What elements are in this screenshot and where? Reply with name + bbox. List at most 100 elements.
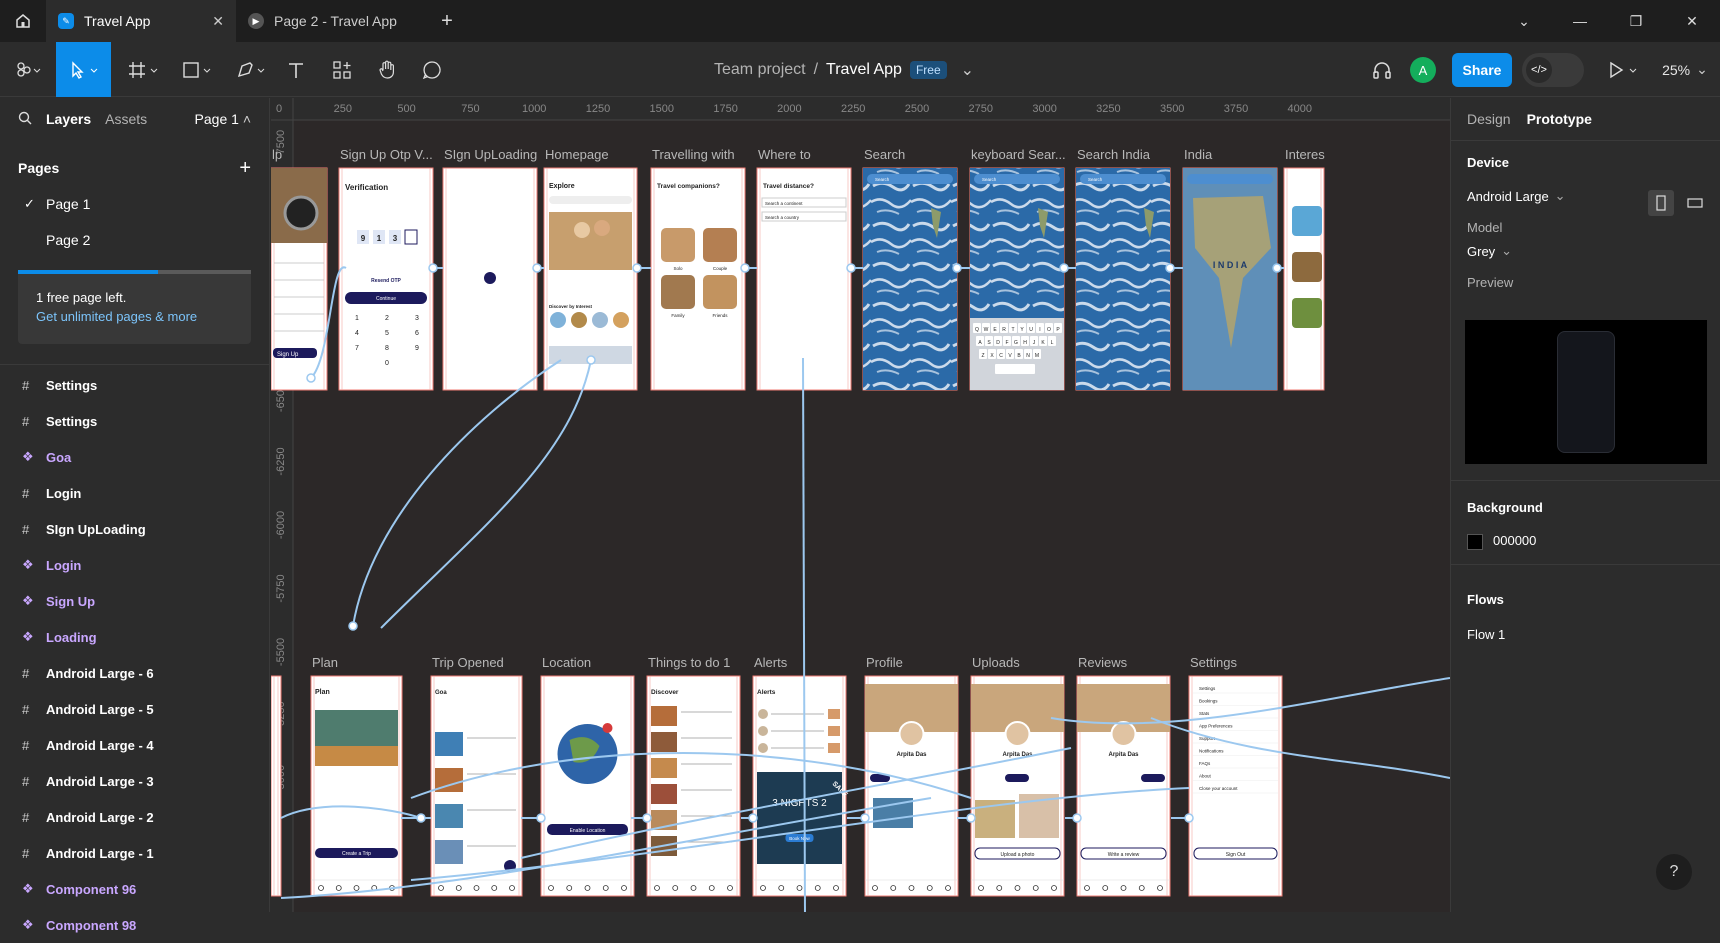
upsell-text: 1 free page left. [36, 290, 127, 305]
color-swatch[interactable] [1467, 533, 1483, 550]
pen-tool-button[interactable] [232, 42, 272, 97]
layer-item[interactable]: ❖ Component 96 [0, 871, 269, 907]
layer-item[interactable]: ❖ Goa [0, 439, 269, 475]
close-window-button[interactable]: ✕ [1664, 13, 1720, 30]
left-panel: Layers Assets Page 1 ˄ Pages + ✓ Page 1 … [0, 98, 270, 933]
upsell-link[interactable]: Get unlimited pages & more [36, 309, 233, 324]
background-color-field[interactable]: 000000 [1467, 533, 1704, 550]
connection-node [1272, 263, 1282, 273]
tab-prototype[interactable]: Prototype [1527, 111, 1592, 127]
layer-item[interactable]: ❖ Login [0, 547, 269, 583]
layer-item[interactable]: # Login [0, 475, 269, 511]
new-tab-button[interactable]: + [426, 10, 468, 33]
layer-item[interactable]: # Settings [0, 367, 269, 403]
connection-node [1184, 813, 1194, 823]
layer-item[interactable]: # Android Large - 2 [0, 799, 269, 835]
page-selector[interactable]: Page 1 ˄ [195, 111, 251, 127]
move-tool-button[interactable] [56, 42, 111, 97]
alerts-title: Alerts [757, 689, 776, 696]
search-icon[interactable] [18, 111, 32, 128]
headphones-icon[interactable] [1368, 42, 1396, 97]
help-button[interactable]: ? [1656, 854, 1692, 890]
close-icon[interactable]: ✕ [212, 13, 224, 30]
present-button[interactable] [1604, 42, 1644, 97]
layer-name: Component 96 [46, 881, 137, 897]
model-dropdown[interactable]: Grey ⌄ [1467, 243, 1704, 259]
pages-progress-bar [18, 270, 251, 274]
tab-design[interactable]: Design [1467, 111, 1511, 127]
minimize-button[interactable]: — [1552, 13, 1608, 29]
trip-photo [435, 804, 463, 828]
main-menu-button[interactable] [10, 42, 48, 97]
dev-mode-toggle[interactable]: </> [1522, 53, 1584, 87]
prototype-connection [380, 359, 592, 629]
home-icon[interactable] [0, 0, 46, 42]
play-icon: ▶ [248, 13, 264, 29]
tab-page-2[interactable]: ▶ Page 2 - Travel App [236, 0, 426, 42]
artboard-frame: lp Sign Up [271, 147, 328, 391]
add-page-button[interactable]: + [239, 157, 251, 180]
tab-travel-app[interactable]: ✎ Travel App ✕ [46, 0, 236, 42]
otp-digit: 3 [393, 234, 398, 243]
frame-label: Plan [312, 655, 338, 670]
alert-thumb [828, 709, 840, 719]
team-name[interactable]: Team project [714, 61, 806, 79]
hand-tool-button[interactable] [375, 42, 399, 97]
companion-photo [661, 275, 695, 309]
page-item[interactable]: ✓ Page 1 [0, 186, 269, 222]
connection-node [348, 621, 358, 631]
settings-item: Settings [1199, 686, 1216, 691]
artboard-frame: Trip Opened Goa [430, 655, 523, 897]
device-value: Android Large [1467, 188, 1549, 204]
continue-label: Continue [376, 296, 396, 302]
text-tool-button[interactable] [284, 42, 308, 97]
chevron-down-icon[interactable]: ⌄ [961, 60, 974, 80]
layer-item[interactable]: # Settings [0, 403, 269, 439]
resend-link: Resend OTP [371, 278, 401, 284]
file-name[interactable]: Travel App [826, 61, 902, 79]
keypad-key: 1 [355, 315, 359, 322]
page-item[interactable]: Page 2 [0, 222, 269, 258]
layer-item[interactable]: # Android Large - 3 [0, 763, 269, 799]
layer-item[interactable]: # Android Large - 4 [0, 727, 269, 763]
breadcrumb-separator: / [813, 60, 819, 78]
interest-photo [1292, 252, 1322, 282]
shape-tool-button[interactable] [178, 42, 218, 97]
background-value[interactable]: 000000 [1493, 533, 1536, 548]
flow-item[interactable]: Flow 1 [1467, 627, 1704, 642]
connection-node [1165, 263, 1175, 273]
canvas[interactable]: 0 250 500 750 1000 1250 1500 1750 2000 2250 2500 27… [271, 98, 1450, 912]
layer-item[interactable]: ❖ Component 98 [0, 907, 269, 943]
frame-tool-button[interactable] [124, 42, 164, 97]
companion-label: Couple [713, 266, 728, 271]
ruler-x-label: 3500 [1160, 103, 1184, 115]
layer-item[interactable]: ❖ Sign Up [0, 583, 269, 619]
layer-item[interactable]: # Android Large - 1 [0, 835, 269, 871]
tab-layers[interactable]: Layers [46, 111, 91, 127]
companion-label: Friends [712, 313, 728, 318]
chevron-down-icon: ⌄ [1501, 243, 1513, 258]
check-icon: ✓ [24, 196, 35, 211]
frame-label: Location [542, 655, 591, 670]
alert-thumb [828, 726, 840, 736]
comment-tool-button[interactable] [420, 42, 444, 97]
portrait-icon[interactable] [1648, 190, 1674, 216]
zoom-dropdown[interactable]: 25% ⌄ [1660, 42, 1710, 97]
layer-item[interactable]: # Android Large - 5 [0, 691, 269, 727]
layer-item[interactable]: # SIgn UpLoading [0, 511, 269, 547]
avatar[interactable]: A [1410, 57, 1436, 83]
layer-item[interactable]: # Android Large - 6 [0, 655, 269, 691]
tab-assets[interactable]: Assets [105, 111, 147, 127]
layer-item[interactable]: ❖ Loading [0, 619, 269, 655]
landscape-icon[interactable] [1682, 190, 1708, 216]
frame-label: Profile [866, 655, 903, 670]
tab-label: Page 2 - Travel App [274, 13, 397, 29]
profile-name: Arpita Das [1108, 752, 1139, 758]
chevron-down-icon[interactable]: ⌄ [1496, 13, 1552, 30]
canvas-artwork: 0 250 500 750 1000 1250 1500 1750 2000 2250 2500 27… [271, 98, 1450, 912]
restore-button[interactable]: ❐ [1608, 13, 1664, 30]
profile-tab-active [1141, 774, 1165, 782]
share-button[interactable]: Share [1452, 53, 1512, 87]
frame-background [271, 676, 281, 896]
resources-tool-button[interactable] [330, 42, 354, 97]
